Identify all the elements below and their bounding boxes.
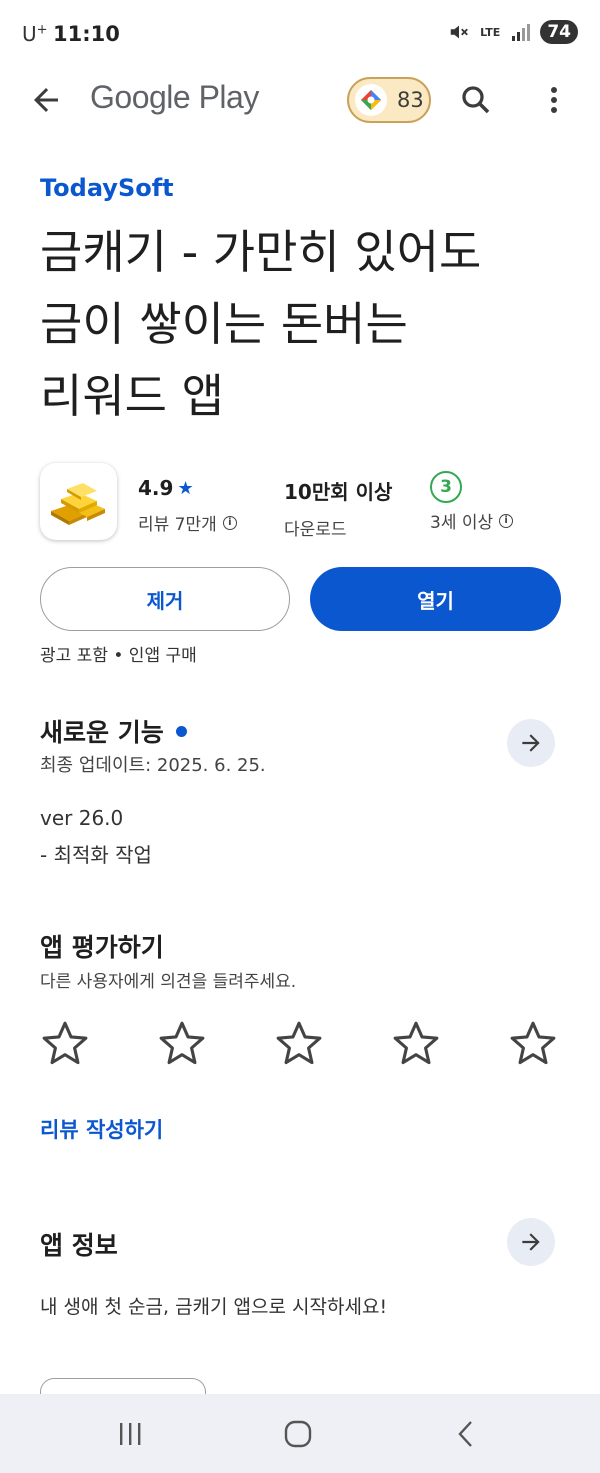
play-points-button[interactable]: 83: [347, 77, 431, 123]
reviews-count: 리뷰 7만개: [138, 515, 217, 535]
search-button[interactable]: [458, 82, 494, 118]
rate-app-label: 앱 평가하기: [40, 933, 164, 962]
network-type: LTE: [480, 25, 501, 39]
rate-app-title: 앱 평가하기: [40, 928, 164, 964]
rating-value: 4.9: [138, 476, 174, 500]
arrow-back-icon: [34, 88, 58, 112]
write-review-link[interactable]: 리뷰 작성하기: [40, 1114, 163, 1144]
star-rating-input: [40, 1018, 560, 1070]
uninstall-button[interactable]: 제거: [40, 567, 290, 631]
signal-icon: [512, 24, 531, 41]
more-vert-icon: [551, 87, 557, 113]
gold-bars-icon: [50, 482, 105, 525]
star-outline-icon[interactable]: [274, 1018, 324, 1068]
release-notes: - 최적화 작업: [40, 843, 152, 867]
carrier-label: U+: [22, 22, 48, 46]
status-icons: LTE 74: [448, 20, 578, 44]
star-outline-icon[interactable]: [391, 1018, 441, 1068]
star-outline-icon[interactable]: [157, 1018, 207, 1068]
downloads-stat: 10만회 이상 다운로드: [284, 476, 392, 540]
store-title: Google Play: [90, 79, 259, 115]
last-updated: 최종 업데이트: 2025. 6. 25.: [40, 755, 266, 776]
star-outline-icon[interactable]: [40, 1018, 90, 1068]
about-app-label: 앱 정보: [40, 1231, 118, 1260]
system-nav-bar: [0, 1394, 600, 1473]
home-button[interactable]: [278, 1414, 318, 1454]
mute-icon: [450, 25, 469, 39]
star-outline-icon[interactable]: [508, 1018, 558, 1068]
open-button[interactable]: 열기: [310, 567, 561, 631]
app-icon: [40, 463, 117, 540]
app-title-line: 금캐기 - 가만히 있어도: [40, 225, 482, 279]
arrow-forward-icon: [522, 1233, 540, 1251]
ads-iap-note: 광고 포함 • 인앱 구매: [40, 646, 197, 666]
arrow-forward-icon: [522, 734, 540, 752]
status-bar: U+ 11:10 LTE 74: [0, 0, 600, 70]
whats-new-label: 새로운 기능: [40, 718, 164, 747]
battery-indicator: 74: [540, 20, 578, 44]
star-filled-icon: ★: [177, 477, 194, 499]
rating-stat[interactable]: 4.9 ★ 리뷰 7만개 i: [138, 476, 237, 535]
info-icon: i: [222, 515, 237, 530]
recents-icon: [120, 1423, 141, 1445]
version-text: ver 26.0: [40, 806, 124, 830]
age-rating-badge: 3: [430, 471, 462, 503]
clock: 11:10: [53, 22, 120, 46]
more-options-button[interactable]: [540, 82, 568, 118]
back-button[interactable]: [28, 82, 64, 118]
search-icon: [462, 86, 490, 114]
downloads-value: 10만회 이상: [284, 480, 393, 504]
rate-app-subtitle: 다른 사용자에게 의견을 들려주세요.: [40, 972, 297, 992]
about-app-title[interactable]: 앱 정보: [40, 1226, 118, 1262]
developer-link[interactable]: TodaySoft: [40, 174, 174, 202]
whats-new-arrow-button[interactable]: [507, 719, 555, 767]
about-arrow-button[interactable]: [507, 1218, 555, 1266]
recent-apps-button[interactable]: [110, 1414, 150, 1454]
age-rating-label: 3세 이상: [430, 513, 494, 533]
app-description: 내 생애 첫 순금, 금캐기 앱으로 시작하세요!: [40, 1296, 388, 1318]
new-indicator-dot: [175, 725, 187, 737]
play-points-icon: [355, 84, 387, 116]
app-bar: Google Play 83: [0, 72, 600, 128]
downloads-label: 다운로드: [284, 520, 347, 540]
chevron-left-icon: [458, 1421, 472, 1447]
whats-new-title[interactable]: 새로운 기능: [40, 713, 187, 749]
app-title: 금캐기 - 가만히 있어도 금이 쌓이는 돈버는 리워드 앱: [40, 216, 580, 432]
back-nav-button[interactable]: [446, 1414, 486, 1454]
age-rating-stat[interactable]: 3 3세 이상 i: [430, 471, 514, 533]
app-title-line: 금이 쌓이는 돈버는: [40, 297, 408, 351]
info-icon: i: [499, 513, 514, 528]
points-count: 83: [397, 88, 424, 112]
app-title-line: 리워드 앱: [40, 369, 224, 423]
home-icon: [284, 1420, 312, 1448]
